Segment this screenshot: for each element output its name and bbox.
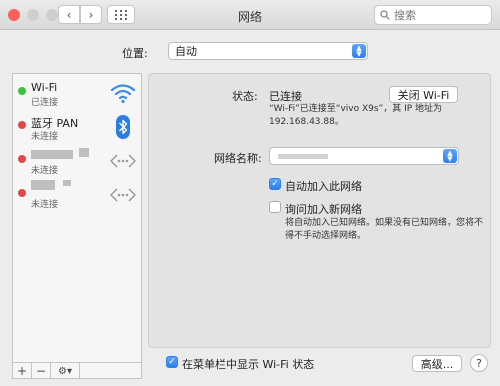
service-status: 未连接 [31,132,59,142]
turn-off-wifi-button[interactable]: 关闭 Wi-Fi [389,86,458,103]
add-service-button[interactable]: + [13,363,32,379]
location-label: 位置: [122,47,148,60]
remove-service-button[interactable]: − [32,363,51,379]
redacted-name [31,150,73,159]
window-title: 网络 [237,10,262,24]
service-item-wifi[interactable]: Wi-Fi 已连接 [13,76,141,109]
service-list: Wi-Fi 已连接 蓝牙 PAN 未连接 未连接 未连接 + − ⚙▾ [12,73,142,379]
stepper-icon: ▲ ▼ [352,44,366,58]
bluetooth-icon [116,115,130,139]
service-item-ethernet-2[interactable]: 未连接 [13,178,141,211]
auto-join-label: 自动加入此网络 [285,180,362,193]
zoom-window-button[interactable] [46,9,58,21]
checkmark-icon: ✓ [271,179,279,189]
ethernet-dots-icon [110,154,136,168]
search-input[interactable] [394,8,474,22]
ethernet-dots-icon [110,188,136,202]
status-description-line: “Wi-Fi”已连接至“vivo X9s”，其 IP 地址为 [269,104,443,114]
ask-join-checkbox[interactable] [269,201,281,213]
location-value: 自动 [175,45,197,58]
search-field[interactable] [374,5,492,25]
sidebar-footer: + − ⚙▾ [13,362,141,379]
ask-join-description-line: 得不手动选择网络。 [285,231,367,241]
chevron-right-icon: › [88,7,94,22]
show-in-menu-bar-checkbox[interactable]: ✓ [166,356,178,368]
redacted-name [63,180,71,186]
auto-join-checkbox[interactable]: ✓ [269,178,281,190]
network-name-label: 网络名称: [214,152,262,165]
network-name-select[interactable]: ▲ ▼ [269,147,459,165]
help-button[interactable]: ? [470,354,488,372]
gear-menu-button[interactable]: ⚙▾ [51,363,80,379]
status-dot [18,87,26,95]
grid-icon [115,9,127,20]
stepper-icon: ▲ ▼ [443,149,457,163]
status-value: 已连接 [269,90,302,103]
service-item-ethernet-1[interactable]: 未连接 [13,144,141,177]
chevron-left-icon: ‹ [66,7,72,22]
service-status: 已连接 [31,98,59,108]
ask-join-description-line: 将自动加入已知网络。如果没有已知网络，您将不 [285,218,484,228]
advanced-button[interactable]: 高级... [412,355,462,372]
redacted-name [31,180,55,190]
gear-icon: ⚙▾ [58,365,72,377]
show-all-button[interactable] [107,5,135,24]
question-mark-icon: ? [476,356,482,370]
status-dot [18,121,26,129]
checkmark-icon: ✓ [168,357,176,367]
redacted-name [79,148,89,157]
service-name: Wi-Fi [31,81,58,94]
status-description-line: 192.168.43.88。 [269,117,344,127]
redacted-network-name [278,154,328,159]
status-label: 状态: [232,90,258,103]
ask-join-description: 将自动加入已知网络。如果没有已知网络，您将不 得不手动选择网络。 [285,217,483,243]
status-dot [18,155,26,163]
status-dot [18,189,26,197]
minimize-window-button[interactable] [27,9,39,21]
wifi-icon [110,84,136,104]
search-icon [380,10,390,20]
ask-join-label: 询问加入新网络 [285,203,362,216]
status-description: “Wi-Fi”已连接至“vivo X9s”，其 IP 地址为 192.168.4… [269,103,442,129]
show-in-menu-bar-label: 在菜单栏中显示 Wi-Fi 状态 [182,358,315,371]
service-item-bluetooth-pan[interactable]: 蓝牙 PAN 未连接 [13,110,141,143]
location-select[interactable]: 自动 ▲ ▼ [168,42,368,60]
close-window-button[interactable] [8,9,20,21]
service-status: 未连接 [31,200,59,210]
service-status: 未连接 [31,166,59,176]
back-button[interactable]: ‹ [58,5,80,24]
forward-button[interactable]: › [80,5,102,24]
